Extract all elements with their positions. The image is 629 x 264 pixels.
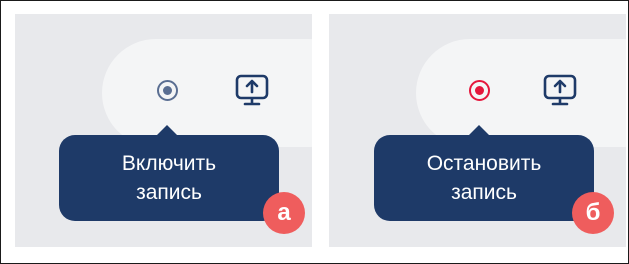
screen-share-button[interactable]	[233, 72, 271, 108]
toolbar-pill	[102, 39, 312, 147]
tooltip-line-1: Остановить	[426, 152, 542, 175]
tooltip-line-2: запись	[136, 181, 202, 204]
toolbar-pill	[416, 39, 626, 147]
tooltip: Включить запись	[59, 135, 279, 221]
record-inactive-icon	[156, 79, 178, 101]
tooltip: Остановить запись	[374, 135, 594, 221]
tooltip-line-2: запись	[451, 181, 517, 204]
screen-share-icon	[543, 74, 577, 106]
figure-frame: Включить запись а Остановить запись б	[0, 0, 629, 264]
screen-share-icon	[235, 74, 269, 106]
start-recording-button[interactable]	[152, 75, 182, 105]
stop-recording-button[interactable]	[464, 75, 494, 105]
label-badge-b: б	[572, 192, 614, 234]
panel-b: Остановить запись б	[329, 14, 626, 247]
label-badge-a: а	[263, 192, 305, 234]
tooltip-line-1: Включить	[121, 152, 217, 175]
record-active-icon	[468, 79, 490, 101]
record-dot	[162, 85, 172, 95]
panel-a: Включить запись а	[15, 14, 312, 247]
record-dot	[474, 85, 484, 95]
screen-share-button[interactable]	[541, 72, 579, 108]
